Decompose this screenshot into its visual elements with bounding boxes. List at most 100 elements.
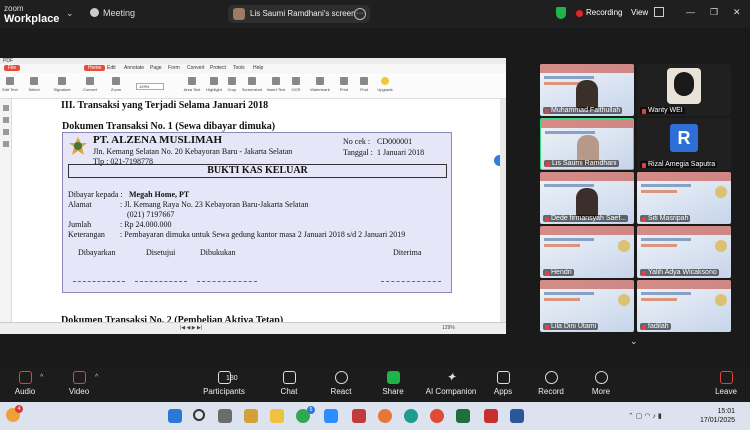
menu-annotate[interactable]: Annotate — [124, 65, 144, 71]
poster-text — [544, 238, 594, 241]
excel-icon[interactable] — [456, 409, 470, 423]
zoom-icon — [112, 77, 120, 85]
participants-button[interactable]: 180 Participants — [196, 371, 252, 396]
cek-label: No cek : — [343, 137, 371, 146]
tanggal-value: 1 Januari 2018 — [377, 148, 425, 157]
apps-button[interactable]: Apps — [478, 371, 528, 396]
page-nav-icon[interactable]: |◀ ◀ ▶ ▶| — [180, 325, 202, 331]
edge-icon[interactable] — [404, 409, 418, 423]
windows-start-icon[interactable] — [168, 409, 182, 423]
video-options-caret-icon[interactable]: ^ — [95, 374, 98, 381]
crop-icon — [228, 77, 236, 85]
chevron-down-icon[interactable]: ⌄ — [66, 8, 74, 19]
leave-button[interactable]: Leave — [702, 371, 750, 396]
attachment-icon[interactable] — [2, 141, 9, 147]
signature-label: Disetujui — [146, 248, 176, 257]
tool-upgrade[interactable]: Upgrade — [371, 77, 399, 92]
record-label: Record — [538, 387, 564, 396]
search-icon[interactable] — [193, 409, 205, 421]
share-label: Share — [382, 387, 404, 396]
pdf-scrollbar[interactable] — [500, 99, 506, 322]
gallery-next-chevron-icon[interactable]: ⌄ — [630, 336, 638, 347]
cash-voucher: PT. ALZENA MUSLIMAH Jln. Kemang Selatan … — [62, 132, 452, 293]
comment-icon[interactable] — [2, 129, 9, 135]
zoom-app-icon[interactable] — [324, 409, 338, 423]
apps-label: Apps — [493, 387, 513, 396]
more-options-icon[interactable]: ··· — [354, 8, 366, 20]
participant-tile[interactable]: Muhammad Faithullah — [540, 64, 634, 116]
screen-share-indicator[interactable]: Lis Saumi Ramdhani's screen ··· — [228, 5, 370, 23]
pdf-reader-icon[interactable] — [484, 409, 498, 423]
tool-signature[interactable]: Signature — [48, 77, 76, 92]
more-label: More — [591, 387, 611, 396]
thumbnail-icon[interactable] — [2, 117, 9, 123]
menu-page[interactable]: Page — [150, 65, 162, 71]
security-shield-icon[interactable] — [556, 7, 566, 19]
signature-label: Dibukukan — [200, 248, 236, 257]
audio-options-caret-icon[interactable]: ^ — [40, 374, 43, 381]
leave-icon — [719, 371, 733, 384]
participant-name: Dede firmansyah Saef... — [543, 215, 629, 222]
meeting-controls: Audio ^ Video ^ 180 Participants Chat Rea… — [0, 368, 750, 402]
participant-tile[interactable]: Yalih Adya Wicaksono — [637, 226, 731, 278]
tool-select[interactable]: Select — [20, 77, 48, 92]
react-label: React — [330, 387, 352, 396]
tool-label: Crop — [227, 87, 237, 92]
restore-icon[interactable]: ❐ — [710, 7, 718, 18]
menu-tools[interactable]: Tools — [233, 65, 245, 71]
taskbar-clock[interactable]: 15:01 17/01/2025 — [700, 407, 735, 425]
brand-bottom: Workplace — [4, 13, 60, 25]
menu-edit[interactable]: Edit — [107, 65, 116, 71]
word-icon[interactable] — [510, 409, 524, 423]
close-icon[interactable]: ✕ — [733, 7, 741, 18]
poster-band — [540, 226, 634, 235]
participant-tile[interactable]: Dede firmansyah Saef... — [540, 172, 634, 224]
system-tray-icons[interactable]: ⌃ ▢ ◠ ♪ ▮ — [628, 412, 662, 420]
menu-file[interactable]: File — [4, 65, 21, 71]
menu-convert[interactable]: Convert — [187, 65, 205, 71]
red-app-icon[interactable] — [352, 409, 366, 423]
menu-protect[interactable]: Protect — [210, 65, 226, 71]
tool-label: Upgrade — [377, 87, 393, 92]
record-button[interactable]: Record — [526, 371, 576, 396]
participant-name: fadilah — [640, 323, 671, 330]
recording-label[interactable]: Recording — [586, 8, 622, 17]
chat-button[interactable]: Chat — [264, 371, 314, 396]
poster-text — [641, 238, 691, 241]
participant-tile[interactable]: fadilah — [637, 280, 731, 332]
menu-form[interactable]: Form — [168, 65, 180, 71]
view-button[interactable]: View — [631, 8, 648, 17]
status-zoom[interactable]: 129% — [442, 325, 455, 331]
react-button[interactable]: React — [316, 371, 366, 396]
section-title: III. Transaksi yang Terjadi Selama Janua… — [61, 100, 269, 111]
participant-tile[interactable]: R Rizal Amegia Saputra — [637, 118, 731, 170]
ai-companion-button[interactable]: ✦ AI Companion — [420, 371, 482, 397]
participant-tile-active-speaker[interactable]: Lis Saumi Ramdhani — [540, 118, 634, 170]
participant-tile[interactable]: Hendri — [540, 226, 634, 278]
firefox-icon[interactable] — [378, 409, 392, 423]
participant-name: Siti Masripah — [640, 215, 691, 222]
bookmark-icon[interactable] — [2, 105, 9, 111]
menu-home[interactable]: Home — [84, 65, 106, 71]
tool-zoom[interactable]: Zoom — [102, 77, 130, 92]
more-button[interactable]: More — [576, 371, 626, 396]
zoom-title-bar: zoom Workplace ⌄ Meeting Lis Saumi Ramdh… — [0, 0, 750, 28]
file-explorer-icon[interactable] — [270, 409, 284, 423]
task-view-icon[interactable] — [218, 409, 232, 423]
zoom-level-field[interactable]: 129% — [136, 83, 164, 90]
whatsapp-badge: 5 — [307, 406, 315, 414]
participant-tile[interactable]: Wanty WEI — [637, 64, 731, 116]
grid-view-icon[interactable] — [654, 7, 664, 17]
participant-tile[interactable]: Siti Masripah — [637, 172, 731, 224]
share-button[interactable]: Share — [368, 371, 418, 396]
poster-text — [641, 184, 691, 187]
participant-name: Lila Dini Utami — [543, 323, 599, 330]
participant-tile[interactable]: Lila Dini Utami — [540, 280, 634, 332]
menu-help[interactable]: Help — [253, 65, 263, 71]
chrome-icon[interactable] — [430, 409, 444, 423]
copilot-icon[interactable] — [244, 409, 258, 423]
minimize-icon[interactable]: — — [686, 7, 695, 17]
ocr-icon — [292, 77, 300, 85]
tool-convert[interactable]: Convert — [76, 77, 104, 92]
meeting-button[interactable]: Meeting — [90, 8, 135, 18]
